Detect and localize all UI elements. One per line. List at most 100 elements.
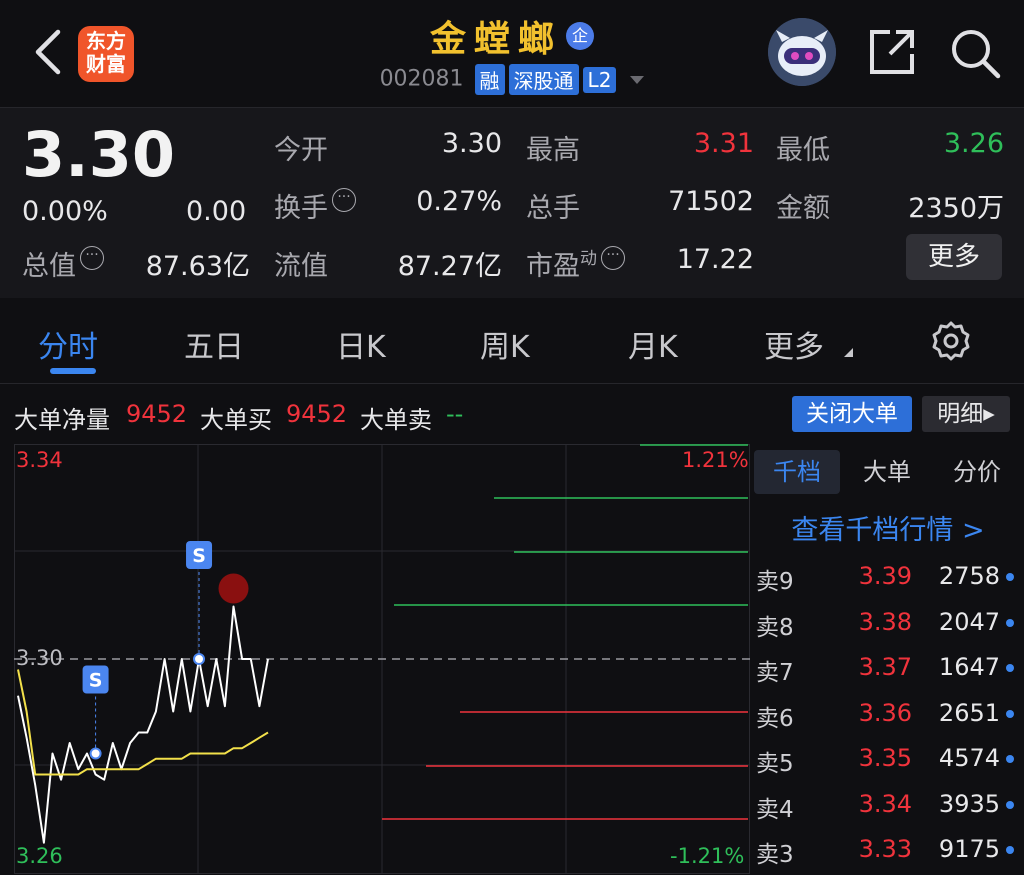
ask-volume: 3935 <box>938 789 1000 818</box>
ask-volume: 4574 <box>938 744 1000 772</box>
intraday-chart[interactable]: SS 3.34 3.30 3.26 1.21% -1.21% <box>14 444 750 874</box>
sell-label: 大单卖 <box>360 406 432 434</box>
value-float-cap: 87.27亿 <box>397 251 502 282</box>
ask-row[interactable]: 卖4 3.34 3935 <box>752 784 1024 824</box>
enterprise-badge: 企 <box>566 22 594 50</box>
ask-price: 3.38 <box>858 607 912 636</box>
share-icon[interactable] <box>866 26 918 78</box>
order-book-tabs: 千档 大单 分价 <box>752 450 1024 494</box>
value-open: 3.30 <box>441 128 502 159</box>
order-dot-icon <box>1006 664 1014 672</box>
close-big-order-button[interactable]: 关闭大单 <box>792 396 912 432</box>
tab-thousand-levels[interactable]: 千档 <box>754 450 840 494</box>
y-label-top: 3.34 <box>16 448 63 472</box>
tab-monthly-k[interactable]: 月K <box>628 322 678 366</box>
label-market-cap-text: 总值 <box>22 251 76 282</box>
ask-price: 3.36 <box>858 698 912 727</box>
value-volume: 71502 <box>668 186 754 217</box>
stock-name: 金螳螂 <box>429 19 562 60</box>
tab-price-distribution[interactable]: 分价 <box>934 450 1020 494</box>
ask-row[interactable]: 卖9 3.39 2758 <box>752 556 1024 596</box>
change-amount: 0.00 <box>186 196 247 227</box>
value-high: 3.31 <box>693 128 754 159</box>
ask-level: 卖7 <box>756 660 794 686</box>
tag-level2: L2 <box>582 66 617 93</box>
price-line <box>17 605 269 844</box>
ask-level: 卖9 <box>756 569 794 595</box>
tab-more[interactable]: 更多 <box>764 322 824 366</box>
order-dot-icon <box>1006 846 1014 854</box>
y-label-mid: 3.30 <box>16 646 63 670</box>
net-value: 9452 <box>126 400 188 428</box>
y-label-bottom: 3.26 <box>16 844 63 868</box>
tab-intraday[interactable]: 分时 <box>38 322 98 366</box>
ask-row[interactable]: 卖8 3.38 2047 <box>752 602 1024 642</box>
ask-row[interactable]: 卖6 3.36 2651 <box>752 693 1024 733</box>
order-dot-icon <box>1006 800 1014 809</box>
ask-level: 卖8 <box>756 614 794 641</box>
label-pe: 市盈动 ··· <box>526 244 625 283</box>
ask-volume: 1647 <box>938 653 1000 681</box>
buy-value: 9452 <box>286 400 348 428</box>
ask-row[interactable]: 卖3 3.33 9175 <box>752 829 1024 869</box>
label-turnover-text: 换手 <box>274 193 328 224</box>
average-price-line <box>17 669 269 776</box>
info-icon[interactable]: ··· <box>332 188 356 212</box>
order-dot-icon <box>1006 755 1014 763</box>
marker-dot <box>89 747 102 760</box>
ask-volume: 9175 <box>938 835 1000 863</box>
tab-big-orders[interactable]: 大单 <box>844 450 930 494</box>
view-depth-link[interactable]: 查看千档行情 > <box>752 508 1024 547</box>
s-marker-label: S <box>89 670 103 692</box>
buy-label: 大单买 <box>200 406 272 434</box>
label-amount: 金额 <box>776 193 830 224</box>
tab-five-day[interactable]: 五日 <box>184 322 244 366</box>
app-header: 东方 财富 金螳螂企 002081 融深股通 L2 <box>0 0 1024 108</box>
ask-level: 卖5 <box>756 751 794 777</box>
s-marker-label: S <box>192 545 206 567</box>
tab-active-indicator <box>50 368 96 374</box>
label-pe-sup: 动 <box>580 249 597 269</box>
period-tabs: 分时 五日 日K 周K 月K 更多 <box>0 298 1024 384</box>
info-icon[interactable]: ··· <box>80 246 104 270</box>
chevron-down-icon <box>630 75 645 84</box>
robot-avatar-icon[interactable] <box>768 18 836 86</box>
label-open: 今开 <box>274 135 328 166</box>
label-low: 最低 <box>776 135 830 166</box>
label-high: 最高 <box>526 135 580 166</box>
y-right-label-bottom: -1.21% <box>670 844 745 868</box>
ask-volume: 2047 <box>938 607 1000 636</box>
ask-level: 卖6 <box>756 705 794 732</box>
tag-margin: 融 <box>474 64 505 95</box>
order-dot-icon <box>1006 618 1014 627</box>
ask-price: 3.39 <box>858 562 912 590</box>
detail-button[interactable]: 明细▸ <box>922 396 1010 432</box>
order-dot-icon <box>1006 709 1014 718</box>
value-amount: 2350万 <box>908 193 1004 224</box>
value-low: 3.26 <box>943 128 1004 159</box>
label-market-cap: 总值 ··· <box>22 244 104 283</box>
detail-label: 明细 <box>937 401 984 427</box>
value-turnover: 0.27% <box>416 186 502 217</box>
tag-connect: 深股通 <box>508 64 579 95</box>
high-point-marker <box>218 573 249 604</box>
chart-canvas[interactable]: SS <box>14 444 750 874</box>
y-right-label-top: 1.21% <box>682 448 749 472</box>
tab-daily-k[interactable]: 日K <box>336 322 386 366</box>
ask-price: 3.34 <box>858 789 912 818</box>
tab-weekly-k[interactable]: 周K <box>480 322 530 366</box>
ask-price: 3.37 <box>858 653 912 681</box>
value-pe: 17.22 <box>676 244 754 275</box>
change-percent: 0.00% <box>22 196 108 227</box>
ask-level: 卖4 <box>756 796 794 823</box>
more-button[interactable]: 更多 <box>906 234 1002 280</box>
ask-row[interactable]: 卖7 3.37 1647 <box>752 647 1024 687</box>
net-label: 大单净量 <box>14 406 110 434</box>
ask-price: 3.33 <box>858 835 912 863</box>
info-icon[interactable]: ··· <box>601 246 625 270</box>
ask-volume: 2758 <box>938 562 1000 590</box>
ask-row[interactable]: 卖5 3.35 4574 <box>752 738 1024 778</box>
search-icon[interactable] <box>948 26 1002 80</box>
chevron-right-icon: ▸ <box>983 401 995 427</box>
gear-icon[interactable] <box>930 320 972 362</box>
